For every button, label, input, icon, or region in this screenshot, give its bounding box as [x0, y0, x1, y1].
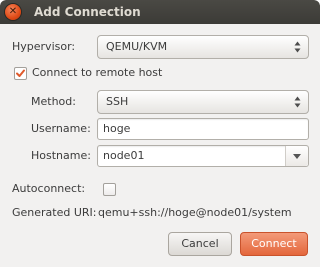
hostname-combo-entry[interactable]: node01: [97, 145, 309, 167]
autoconnect-label: Autoconnect:: [12, 182, 86, 195]
hypervisor-select[interactable]: QEMU/KVM: [97, 35, 309, 59]
method-select[interactable]: SSH: [97, 90, 309, 114]
username-field[interactable]: hoge: [97, 118, 309, 140]
method-value: SSH: [106, 95, 129, 108]
username-label: Username:: [31, 122, 91, 135]
window-title: Add Connection: [34, 5, 141, 19]
add-connection-dialog: ✕ Add Connection Hypervisor: QEMU/KVM Co…: [0, 0, 320, 267]
autoconnect-checkbox[interactable]: [103, 183, 116, 196]
generated-uri-label: Generated URI:: [12, 206, 97, 219]
remote-host-checkbox[interactable]: [14, 67, 27, 80]
chevron-down-icon: [293, 154, 301, 159]
hostname-label: Hostname:: [31, 149, 91, 162]
hypervisor-value: QEMU/KVM: [106, 40, 168, 53]
hostname-dropdown-button[interactable]: [285, 146, 308, 166]
generated-uri-value: qemu+ssh://hoge@node01/system: [98, 206, 292, 219]
up-down-arrows-icon: [294, 41, 301, 53]
close-icon[interactable]: ✕: [5, 4, 21, 20]
cancel-button[interactable]: Cancel: [168, 232, 232, 256]
remote-host-label[interactable]: Connect to remote host: [32, 65, 162, 81]
checkmark-icon: [16, 69, 25, 77]
up-down-arrows-icon: [294, 96, 301, 108]
title-bar: ✕ Add Connection: [0, 0, 320, 24]
connect-button[interactable]: Connect: [240, 232, 308, 256]
method-label: Method:: [31, 95, 76, 108]
hypervisor-label: Hypervisor:: [12, 40, 76, 53]
hostname-value: node01: [103, 149, 145, 162]
